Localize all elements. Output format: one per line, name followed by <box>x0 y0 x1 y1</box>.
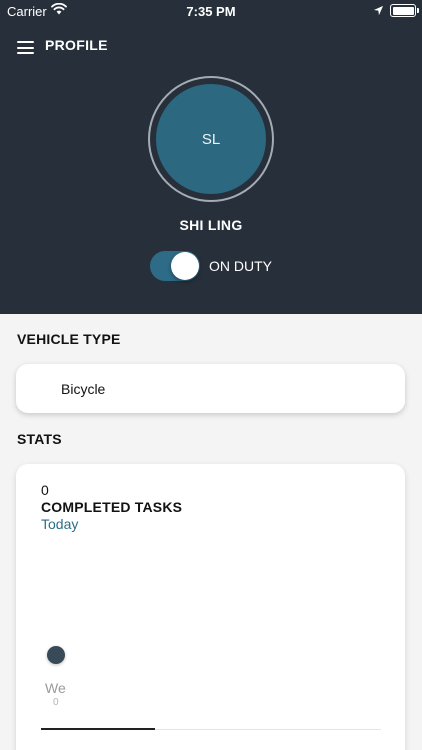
user-name: SHI LING <box>179 217 243 233</box>
chart-data-label: 0 <box>53 697 59 708</box>
status-bar: Carrier 7:35 PM <box>0 0 422 22</box>
on-duty-toggle-knob[interactable] <box>171 252 199 280</box>
status-time: 7:35 PM <box>186 4 236 19</box>
vehicle-type-value: Bicycle <box>61 381 106 397</box>
avatar-initials: SL <box>201 130 221 148</box>
hamburger-menu-icon[interactable] <box>17 41 34 54</box>
chart-scroll-indicator[interactable] <box>41 728 155 730</box>
chart-point[interactable] <box>47 646 65 664</box>
completed-tasks-label: COMPLETED TASKS <box>41 499 183 515</box>
page-title: PROFILE <box>45 37 108 53</box>
chart-tick-label: We <box>45 680 66 696</box>
location-arrow-icon <box>373 5 384 16</box>
vehicle-type-heading: VEHICLE TYPE <box>17 331 121 347</box>
stats-card: 0 COMPLETED TASKS Today We 0 <box>16 464 405 750</box>
profile-header: Carrier 7:35 PM PROFILE SL SHI LING ON D… <box>0 0 422 314</box>
vehicle-type-card[interactable]: Bicycle <box>16 364 405 413</box>
on-duty-label: ON DUTY <box>209 258 272 274</box>
completed-tasks-count: 0 <box>41 482 49 498</box>
battery-icon <box>390 4 419 17</box>
stats-period[interactable]: Today <box>41 516 78 532</box>
stats-heading: STATS <box>17 431 62 447</box>
avatar[interactable]: SL <box>156 84 266 194</box>
